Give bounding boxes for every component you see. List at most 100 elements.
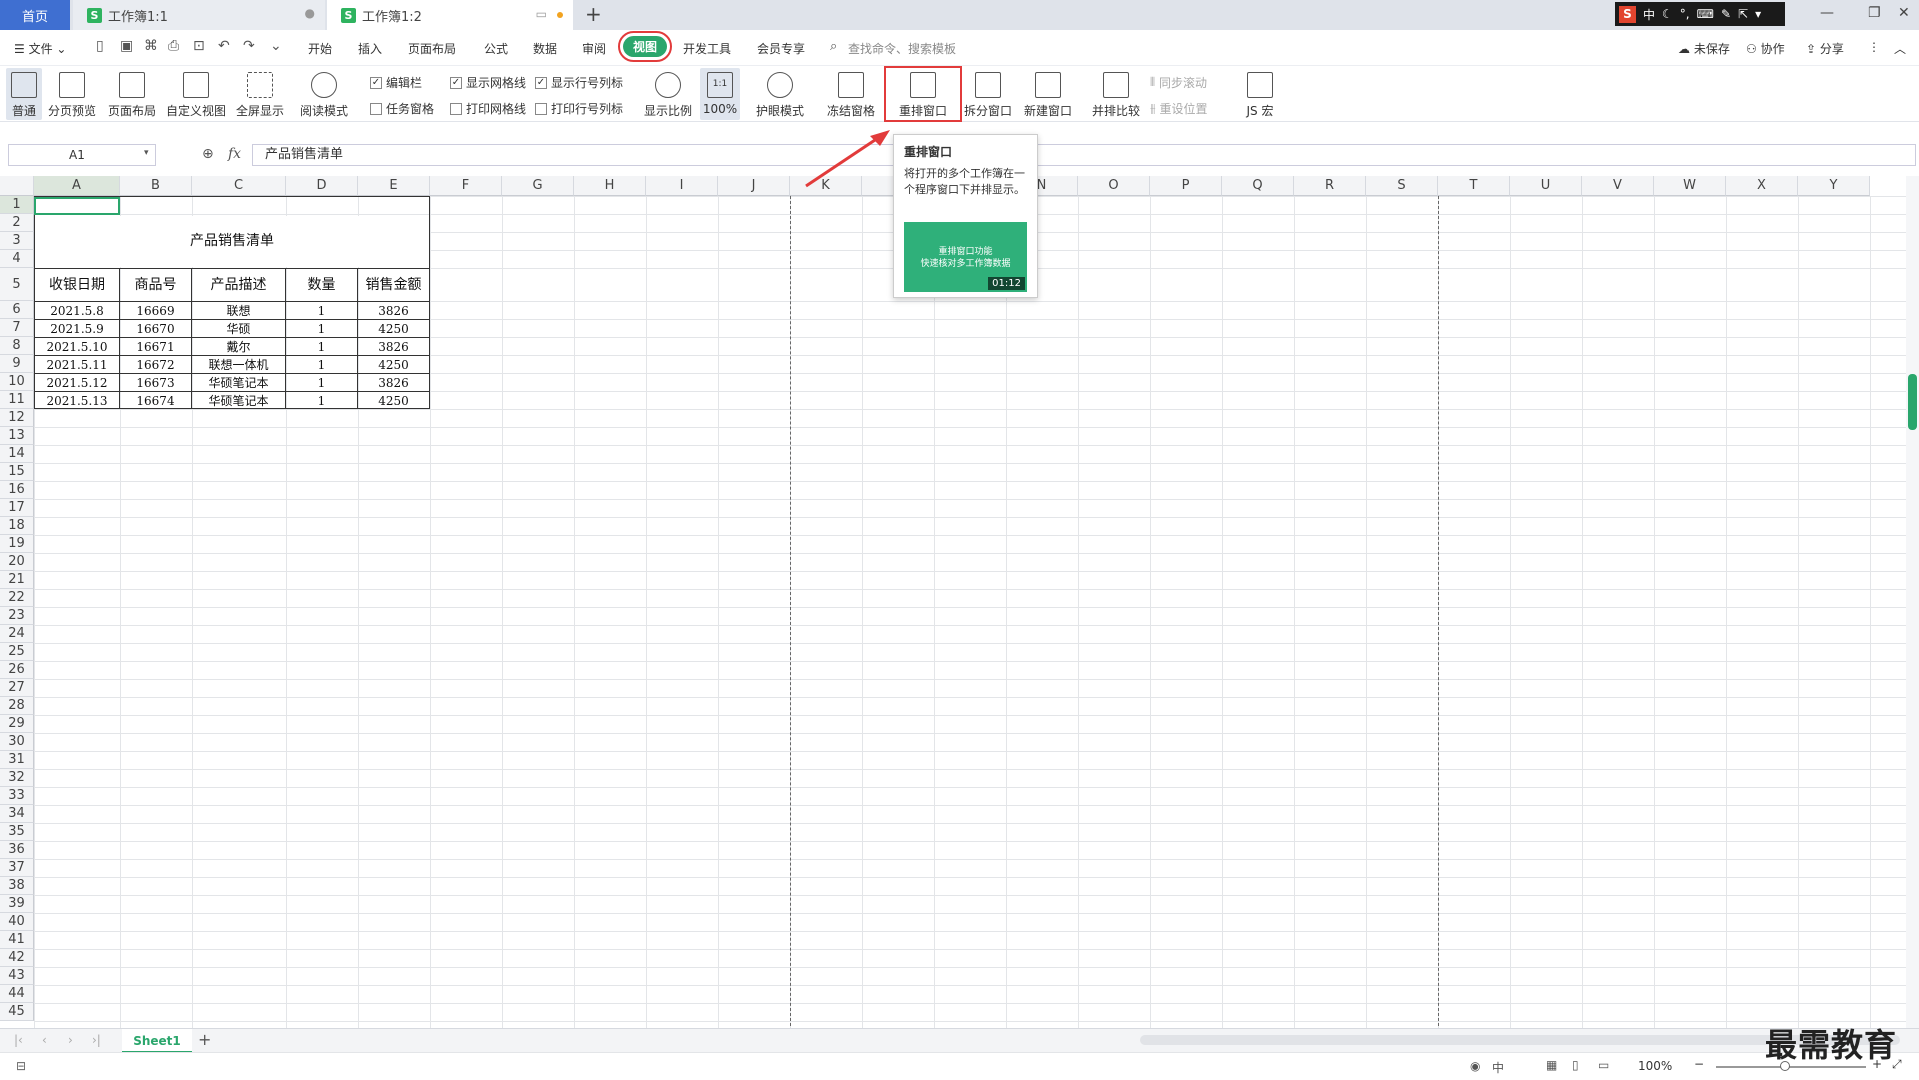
column-header-G[interactable]: G	[502, 176, 574, 196]
reading-mode-button[interactable]: 阅读模式	[294, 68, 354, 120]
quick-access-dropdown-icon[interactable]: ⌄	[270, 38, 282, 54]
column-header-T[interactable]: T	[1438, 176, 1510, 196]
row-header-11[interactable]: 11	[0, 391, 34, 409]
page-layout-view-icon[interactable]: ▯	[1572, 1058, 1579, 1072]
sogou-ime-icon[interactable]: S	[1619, 5, 1636, 23]
monitor-icon[interactable]: ▭	[536, 7, 547, 21]
page-layout-button[interactable]: 页面布局	[106, 68, 158, 120]
wrench-icon[interactable]: ✎	[1721, 7, 1731, 21]
row-header-20[interactable]: 20	[0, 553, 34, 571]
zoom-level[interactable]: 100%	[1638, 1059, 1672, 1073]
row-header-32[interactable]: 32	[0, 769, 34, 787]
row-header-15[interactable]: 15	[0, 463, 34, 481]
punctuation-icon[interactable]: °,	[1680, 7, 1690, 21]
save-icon[interactable]: ▣	[120, 38, 133, 54]
column-header-S[interactable]: S	[1366, 176, 1438, 196]
add-sheet-icon[interactable]: +	[198, 1030, 211, 1049]
row-header-4[interactable]: 4	[0, 250, 34, 268]
column-header-E[interactable]: E	[358, 176, 430, 196]
row-header-5[interactable]: 5	[0, 268, 34, 301]
print-headers-checkbox[interactable]: 打印行号列标	[535, 100, 623, 117]
share-button[interactable]: ⇪ 分享	[1806, 40, 1844, 57]
close-icon[interactable]: ●	[305, 6, 315, 20]
column-header-I[interactable]: I	[646, 176, 718, 196]
column-header-Q[interactable]: Q	[1222, 176, 1294, 196]
column-header-U[interactable]: U	[1510, 176, 1582, 196]
column-header-O[interactable]: O	[1078, 176, 1150, 196]
row-header-6[interactable]: 6	[0, 301, 34, 319]
tab-home[interactable]: 首页	[0, 0, 70, 30]
row-header-13[interactable]: 13	[0, 427, 34, 445]
column-header-A[interactable]: A	[34, 176, 120, 196]
row-header-12[interactable]: 12	[0, 409, 34, 427]
column-header-X[interactable]: X	[1726, 176, 1798, 196]
last-sheet-icon[interactable]: ›|	[92, 1033, 101, 1047]
row-header-21[interactable]: 21	[0, 571, 34, 589]
ime-chinese-mode[interactable]: 中	[1643, 6, 1655, 23]
row-header-39[interactable]: 39	[0, 895, 34, 913]
namebox-dropdown-icon[interactable]: ▾	[144, 148, 149, 158]
name-box[interactable]: A1	[8, 144, 156, 166]
first-sheet-icon[interactable]: |‹	[14, 1033, 23, 1047]
row-header-28[interactable]: 28	[0, 697, 34, 715]
menu-view[interactable]: 视图	[617, 31, 673, 62]
spreadsheet-grid[interactable]: ABCDEFGHIJKLMNOPQRSTUVWXY123456789101112…	[0, 176, 1906, 1028]
normal-view-button[interactable]: 普通	[6, 68, 42, 120]
row-header-42[interactable]: 42	[0, 949, 34, 967]
row-header-3[interactable]: 3	[0, 232, 34, 250]
collaborate-button[interactable]: ⚇ 协作	[1746, 40, 1785, 57]
prev-sheet-icon[interactable]: ‹	[42, 1033, 47, 1047]
more-icon[interactable]: ⋮	[1868, 40, 1880, 54]
column-header-D[interactable]: D	[286, 176, 358, 196]
formula-input[interactable]: 产品销售清单	[252, 144, 1916, 166]
new-window-button[interactable]: 新建窗口	[1020, 68, 1076, 120]
row-header-19[interactable]: 19	[0, 535, 34, 553]
arrange-windows-button[interactable]: 重排窗口	[884, 66, 962, 122]
side-by-side-button[interactable]: 并排比较	[1088, 68, 1144, 120]
minimize-icon[interactable]: —	[1820, 5, 1834, 21]
fullscreen-button[interactable]: 全屏显示	[234, 68, 286, 120]
tab-workbook-2[interactable]: S 工作簿1:2 ▭	[327, 0, 573, 30]
row-header-27[interactable]: 27	[0, 679, 34, 697]
tutorial-video-thumbnail[interactable]: 重排窗口功能 快速核对多工作簿数据 01:12	[904, 222, 1027, 292]
row-header-25[interactable]: 25	[0, 643, 34, 661]
row-header-36[interactable]: 36	[0, 841, 34, 859]
row-header-16[interactable]: 16	[0, 481, 34, 499]
arrow-icon[interactable]: ⇱	[1738, 7, 1748, 21]
row-header-22[interactable]: 22	[0, 589, 34, 607]
column-header-V[interactable]: V	[1582, 176, 1654, 196]
redo-icon[interactable]: ↷	[243, 38, 255, 54]
show-headers-checkbox[interactable]: ✓ 显示行号列标	[535, 74, 623, 91]
page-break-view-icon[interactable]: ▭	[1598, 1058, 1609, 1072]
row-header-1[interactable]: 1	[0, 196, 34, 214]
ime-menu-icon[interactable]: ▾	[1755, 7, 1761, 21]
split-window-button[interactable]: 拆分窗口	[962, 68, 1014, 120]
tab-workbook-1[interactable]: S 工作簿1:1 ●	[73, 0, 325, 30]
zoom-button[interactable]: 显示比例	[640, 68, 696, 120]
new-tab-plus-icon[interactable]: +	[585, 2, 602, 26]
custom-view-button[interactable]: 自定义视图	[164, 68, 228, 120]
row-header-26[interactable]: 26	[0, 661, 34, 679]
row-header-30[interactable]: 30	[0, 733, 34, 751]
eye-mode-icon[interactable]: ◉	[1470, 1059, 1480, 1073]
keyboard-icon[interactable]: ⌨	[1697, 7, 1714, 21]
menu-file[interactable]: ☰ 文件 ⌄	[14, 40, 66, 57]
row-header-41[interactable]: 41	[0, 931, 34, 949]
column-header-W[interactable]: W	[1654, 176, 1726, 196]
row-header-10[interactable]: 10	[0, 373, 34, 391]
sheet-tab-sheet1[interactable]: Sheet1	[122, 1029, 192, 1053]
row-header-38[interactable]: 38	[0, 877, 34, 895]
row-header-2[interactable]: 2	[0, 214, 34, 232]
column-header-Y[interactable]: Y	[1798, 176, 1870, 196]
row-header-45[interactable]: 45	[0, 1003, 34, 1021]
zoom-100-button[interactable]: 1:1 100%	[700, 68, 740, 120]
column-header-C[interactable]: C	[192, 176, 286, 196]
sync-scroll-button[interactable]: ⫴ 同步滚动	[1150, 74, 1207, 91]
column-header-R[interactable]: R	[1294, 176, 1366, 196]
row-header-23[interactable]: 23	[0, 607, 34, 625]
restore-icon[interactable]: ❐	[1868, 5, 1881, 21]
undo-icon[interactable]: ↶	[218, 38, 230, 54]
row-header-35[interactable]: 35	[0, 823, 34, 841]
column-header-J[interactable]: J	[718, 176, 790, 196]
status-ime[interactable]: 中	[1492, 1059, 1504, 1076]
